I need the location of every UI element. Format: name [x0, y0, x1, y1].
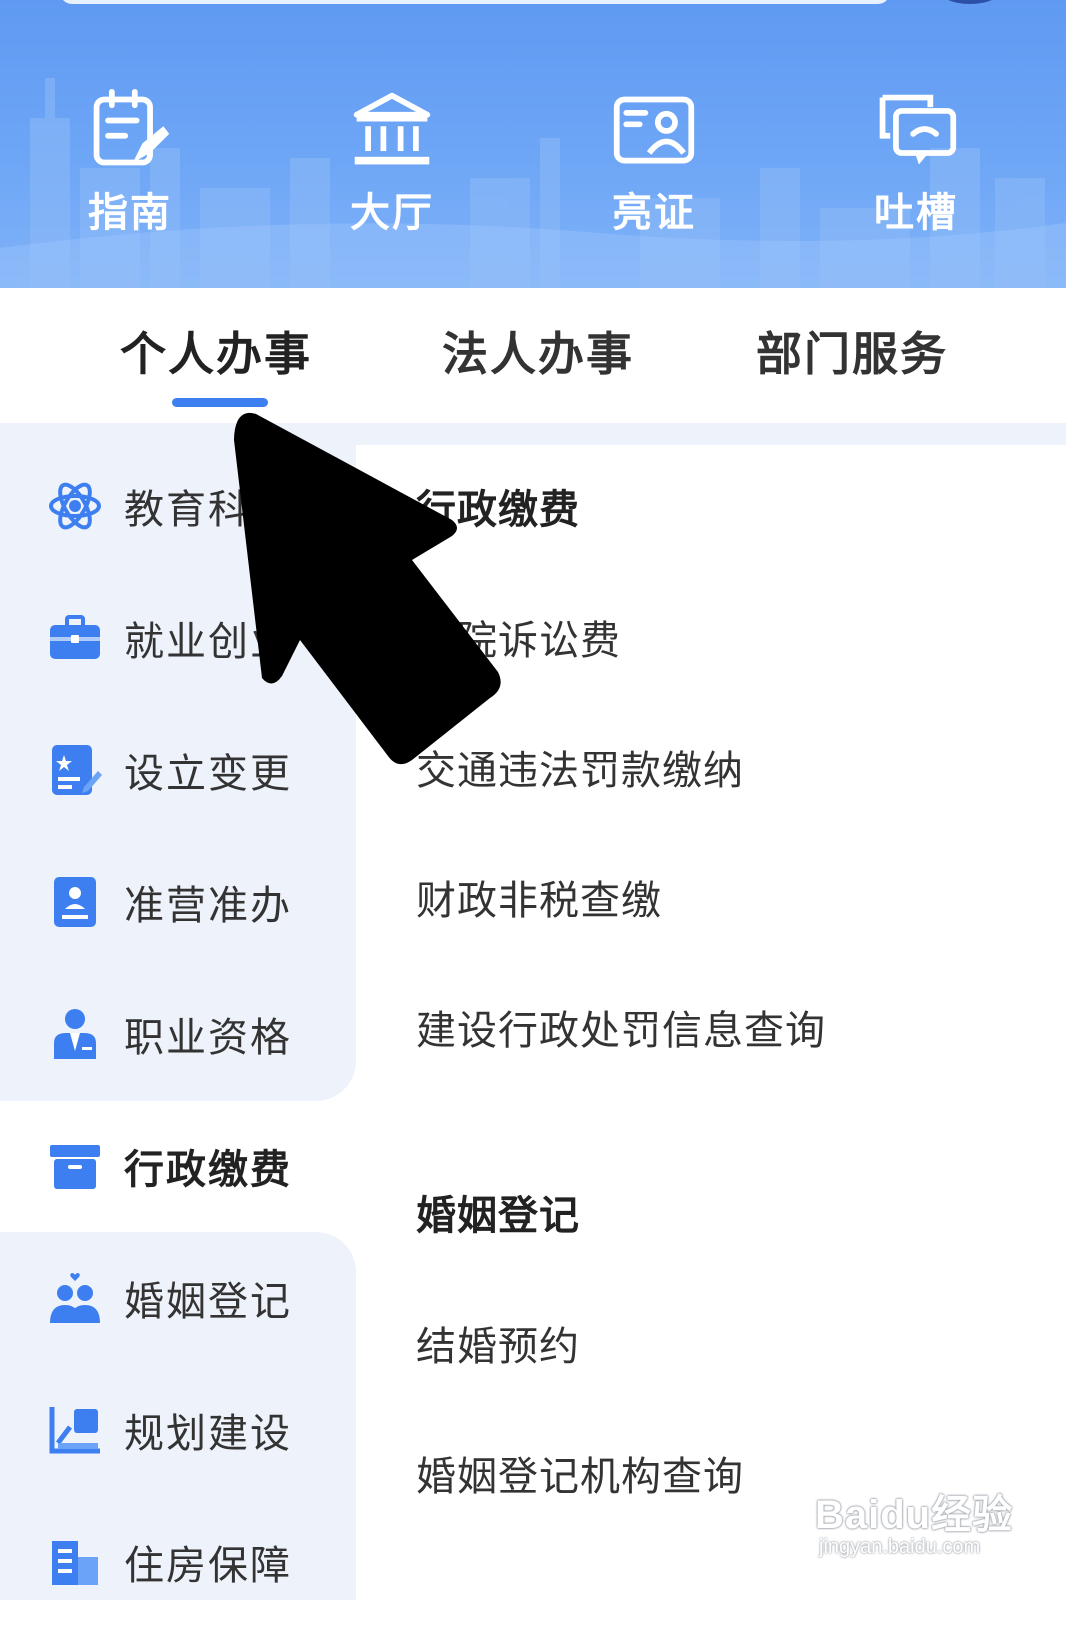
atom-icon — [49, 482, 101, 530]
avatar-edge[interactable] — [940, 0, 1000, 4]
sidebar-item-establish-change[interactable]: 设立变更 — [0, 704, 356, 836]
tab-personal[interactable]: 个人办事 — [120, 318, 312, 384]
service-content: 行政缴费 法院诉讼费 交通违法罚款缴纳 财政非税查缴 建设行政处罚信息查询 婚姻… — [356, 445, 1066, 1600]
briefcase-icon — [50, 615, 100, 659]
quick-guide-label: 指南 — [88, 190, 172, 236]
search-bar-edge[interactable] — [60, 0, 890, 4]
quick-feedback[interactable]: 吐槽 — [846, 88, 986, 238]
professional-icon — [54, 1009, 96, 1059]
housing-icon — [52, 1541, 98, 1585]
sidebar-item-housing[interactable]: 住房保障 — [0, 1496, 356, 1628]
watermark-brand: Baidu经验 — [815, 1493, 1014, 1537]
sidebar-item-permit[interactable]: 准营准办 — [0, 836, 356, 968]
watermark-url: jingyan.baidu.com — [819, 1536, 981, 1558]
planning-icon — [49, 1407, 100, 1454]
header-banner: 指南 大厅 亮证 吐槽 — [0, 0, 1066, 288]
hall-icon — [353, 92, 431, 165]
service-item[interactable]: 建设行政处罚信息查询 — [416, 998, 826, 1056]
service-item[interactable]: 婚姻登记机构查询 — [416, 1444, 744, 1502]
sidebar-item-label: 住房保障 — [124, 1543, 292, 1589]
guide-icon — [93, 88, 170, 166]
service-tabs: 个人办事 法人办事 部门服务 — [0, 288, 1066, 423]
section-heading-marriage: 婚姻登记 — [416, 1193, 580, 1239]
sidebar-item-qualification[interactable]: 职业资格 — [0, 968, 356, 1100]
active-tab-indicator — [172, 398, 268, 407]
sidebar-item-label: 准营准办 — [124, 883, 292, 929]
sidebar-item-planning[interactable]: 规划建设 — [0, 1364, 356, 1496]
id-card-icon — [613, 96, 695, 164]
sidebar-item-label: 行政缴费 — [124, 1147, 292, 1193]
service-item[interactable]: 财政非税查缴 — [416, 868, 662, 926]
sidebar-item-label: 教育科研 — [124, 487, 292, 533]
tab-legal-person[interactable]: 法人办事 — [442, 318, 634, 384]
tab-department[interactable]: 部门服务 — [756, 318, 948, 384]
baidu-watermark: Baidu经验 jingyan.baidu.com — [815, 1482, 1015, 1582]
sidebar-item-education[interactable]: 教育科研 — [0, 440, 356, 572]
sidebar-item-label: 设立变更 — [124, 751, 292, 797]
sidebar-item-label: 职业资格 — [124, 1015, 292, 1061]
quick-id-card[interactable]: 亮证 — [584, 88, 724, 238]
service-item[interactable]: 交通违法罚款缴纳 — [416, 738, 744, 796]
quick-hall[interactable]: 大厅 — [322, 88, 462, 238]
service-item[interactable]: 法院诉讼费 — [416, 608, 621, 666]
sidebar-item-employment[interactable]: 就业创业 — [0, 572, 356, 704]
quick-hall-label: 大厅 — [350, 190, 434, 236]
sidebar-item-label: 就业创业 — [124, 619, 292, 665]
quick-id-card-label: 亮证 — [612, 190, 696, 236]
sidebar-item-marriage[interactable]: 婚姻登记 — [0, 1232, 356, 1364]
sidebar-item-admin-fees[interactable]: 行政缴费 — [0, 1100, 356, 1232]
service-item[interactable]: 结婚预约 — [416, 1314, 580, 1372]
sidebar-item-label: 婚姻登记 — [124, 1279, 292, 1325]
couple-icon — [50, 1273, 100, 1323]
feedback-icon — [879, 94, 957, 165]
sidebar-item-label: 规划建设 — [124, 1411, 292, 1457]
license-icon — [54, 877, 96, 927]
box-icon — [50, 1145, 100, 1189]
section-heading-admin-fees: 行政缴费 — [416, 487, 580, 533]
quick-feedback-label: 吐槽 — [874, 190, 958, 236]
quick-guide[interactable]: 指南 — [60, 88, 200, 238]
certificate-edit-icon — [52, 745, 102, 795]
